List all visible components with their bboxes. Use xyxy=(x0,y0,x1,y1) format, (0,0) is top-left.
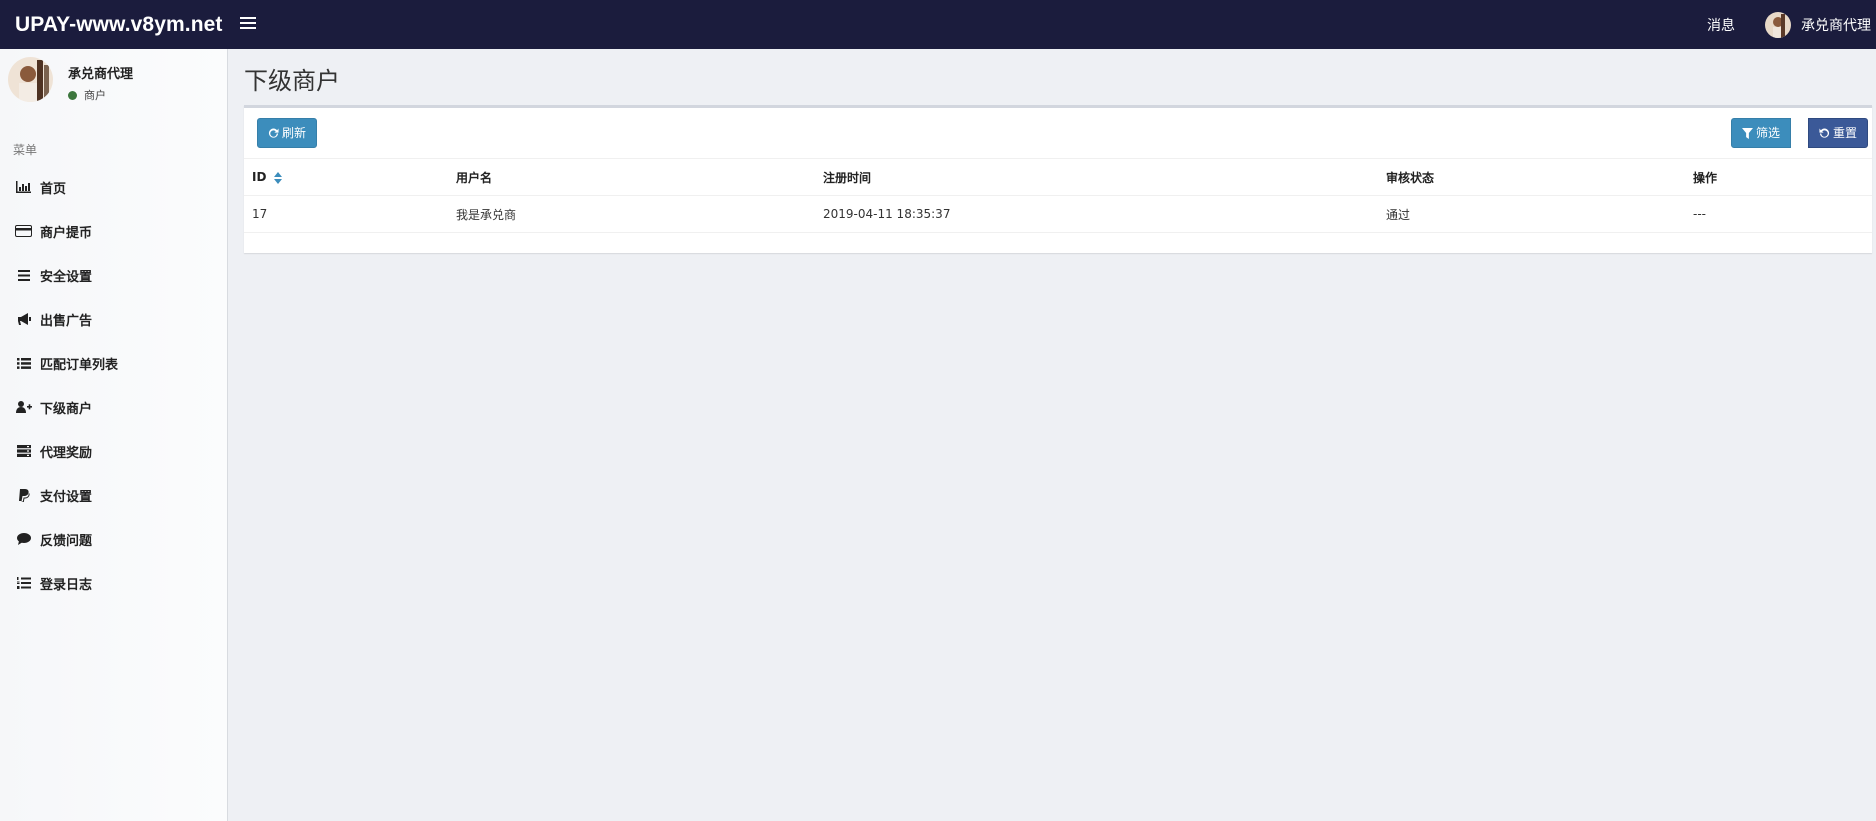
sidebar-item-sub-merchants[interactable]: 下级商户 xyxy=(0,385,227,429)
undo-icon xyxy=(1819,127,1830,138)
credit-card-icon xyxy=(15,224,32,238)
main-content: 下级商户 刷新 筛选 重置 ID 用户名 注册时间 审核状态 操作 17 我是承… xyxy=(229,49,1876,821)
sidebar-item-security[interactable]: 安全设置 xyxy=(0,253,227,297)
content-box: 刷新 筛选 重置 ID 用户名 注册时间 审核状态 操作 17 我是承兑商 20… xyxy=(244,105,1872,253)
paypal-icon xyxy=(15,488,32,502)
sidebar-item-label: 代理奖励 xyxy=(40,445,93,461)
page-title: 下级商户 xyxy=(244,67,340,95)
avatar xyxy=(1765,11,1791,38)
server-icon xyxy=(15,444,32,458)
sidebar-item-agent-rewards[interactable]: 代理奖励 xyxy=(0,429,227,473)
sidebar-user-name: 承兑商代理 xyxy=(68,67,134,82)
refresh-icon xyxy=(268,127,279,138)
user-menu[interactable]: 承兑商代理 xyxy=(1765,11,1871,38)
cell-actions: --- xyxy=(1685,195,1872,233)
comment-icon xyxy=(15,532,32,546)
sidebar-item-label: 安全设置 xyxy=(40,269,93,285)
sidebar-item-label: 支付设置 xyxy=(40,489,93,505)
status-badge: 商户 xyxy=(68,87,106,103)
sort-icon[interactable] xyxy=(273,171,282,184)
cell-audit-status: 通过 xyxy=(1378,195,1685,233)
cell-username: 我是承兑商 xyxy=(448,195,815,233)
sub-merchant-table: ID 用户名 注册时间 审核状态 操作 17 我是承兑商 2019-04-11 … xyxy=(244,158,1872,233)
sidebar-toggle-icon[interactable] xyxy=(240,17,256,31)
sidebar-item-label: 商户提币 xyxy=(40,225,93,241)
column-header-actions: 操作 xyxy=(1685,158,1872,196)
sidebar-item-label: 首页 xyxy=(40,181,67,197)
table-header-row: ID 用户名 注册时间 审核状态 操作 xyxy=(244,158,1872,196)
filter-icon xyxy=(1742,127,1753,139)
sidebar-item-label: 匹配订单列表 xyxy=(40,357,119,373)
reset-label: 重置 xyxy=(1833,126,1858,140)
refresh-button[interactable]: 刷新 xyxy=(257,118,318,148)
sidebar: 承兑商代理 商户 菜单 首页 商户提币 安全设置 出售广告 匹配订单列表 下级商… xyxy=(0,49,228,821)
user-plus-icon xyxy=(15,400,32,414)
online-dot-icon xyxy=(68,90,77,100)
column-header-register-time: 注册时间 xyxy=(815,158,1378,196)
bars-icon xyxy=(15,268,32,282)
menu-header: 菜单 xyxy=(13,143,38,157)
sidebar-item-withdraw[interactable]: 商户提币 xyxy=(0,209,227,253)
column-header-id[interactable]: ID xyxy=(244,158,448,196)
sidebar-item-label: 下级商户 xyxy=(40,401,93,417)
top-navbar: UPAY-www.v8ym.net 消息 承兑商代理 xyxy=(0,0,1876,49)
reset-button[interactable]: 重置 xyxy=(1808,118,1869,148)
navbar-right: 消息 承兑商代理 xyxy=(1707,0,1876,49)
column-header-username: 用户名 xyxy=(448,158,815,196)
cell-register-time: 2019-04-11 18:35:37 xyxy=(815,195,1378,233)
avatar xyxy=(8,57,53,102)
sidebar-item-home[interactable]: 首页 xyxy=(0,165,227,209)
sidebar-item-match-orders[interactable]: 匹配订单列表 xyxy=(0,341,227,385)
filter-label: 筛选 xyxy=(1756,126,1781,140)
bullhorn-icon xyxy=(15,312,32,326)
sidebar-item-payment-settings[interactable]: 支付设置 xyxy=(0,473,227,517)
sidebar-menu: 首页 商户提币 安全设置 出售广告 匹配订单列表 下级商户 代理奖励 支付设置 … xyxy=(0,165,227,605)
user-role: 商户 xyxy=(84,89,106,102)
top-user-name: 承兑商代理 xyxy=(1801,17,1871,34)
sidebar-item-login-log[interactable]: 登录日志 xyxy=(0,561,227,605)
cell-id: 17 xyxy=(244,195,448,233)
sidebar-item-sell-ads[interactable]: 出售广告 xyxy=(0,297,227,341)
messages-link[interactable]: 消息 xyxy=(1707,15,1735,35)
column-header-audit-status: 审核状态 xyxy=(1378,158,1685,196)
refresh-label: 刷新 xyxy=(282,126,307,140)
sidebar-item-label: 出售广告 xyxy=(40,313,93,329)
filter-button[interactable]: 筛选 xyxy=(1731,118,1792,148)
sidebar-item-label: 登录日志 xyxy=(40,577,93,593)
bar-chart-icon xyxy=(15,180,32,194)
brand-logo[interactable]: UPAY-www.v8ym.net xyxy=(15,0,223,49)
sidebar-item-feedback[interactable]: 反馈问题 xyxy=(0,517,227,561)
list-icon xyxy=(15,356,32,370)
sidebar-item-label: 反馈问题 xyxy=(40,533,93,549)
user-panel: 承兑商代理 商户 xyxy=(0,49,227,119)
table-row: 17 我是承兑商 2019-04-11 18:35:37 通过 --- xyxy=(244,195,1872,233)
list-ol-icon xyxy=(15,576,32,590)
